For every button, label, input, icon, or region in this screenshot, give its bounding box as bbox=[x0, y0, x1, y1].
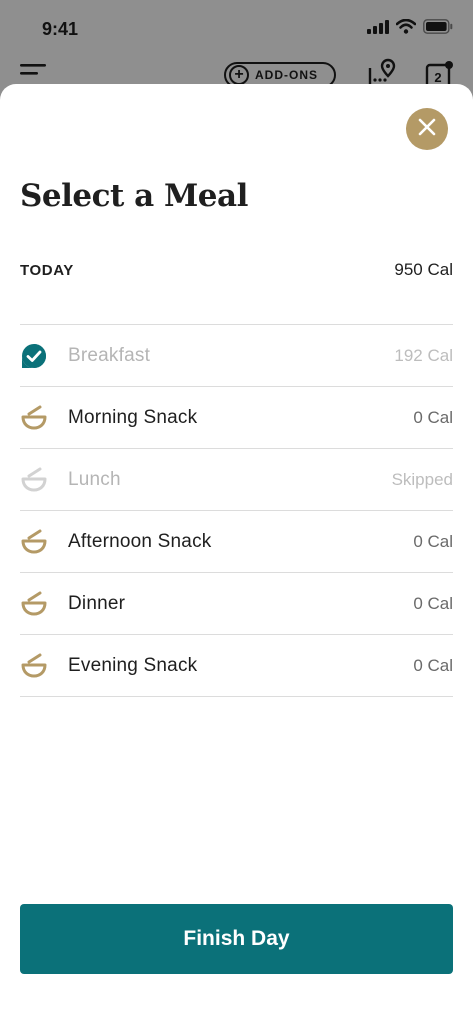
status-time: 9:41 bbox=[42, 19, 79, 39]
status-bar: 9:41 bbox=[0, 0, 473, 60]
meal-calories: 0 Cal bbox=[413, 593, 453, 613]
bowl-icon bbox=[20, 590, 48, 618]
meal-name: Evening Snack bbox=[68, 654, 198, 676]
meal-row-dinner[interactable]: Dinner 0 Cal bbox=[20, 573, 453, 635]
meal-row-afternoon-snack[interactable]: Afternoon Snack 0 Cal bbox=[20, 511, 453, 573]
wifi-icon bbox=[395, 18, 417, 39]
meal-name: Dinner bbox=[68, 592, 126, 614]
close-icon bbox=[418, 118, 436, 141]
close-button[interactable] bbox=[406, 108, 448, 150]
day-summary: TODAY 950 Cal bbox=[20, 260, 453, 280]
meal-list: Breakfast 192 Cal Morning Snack 0 Cal Lu… bbox=[20, 324, 453, 697]
day-total-calories: 950 Cal bbox=[394, 260, 453, 279]
plus-icon: + bbox=[229, 65, 249, 85]
calendar-badge: 2 bbox=[434, 70, 441, 85]
meal-calories: 192 Cal bbox=[394, 345, 453, 365]
meal-row-morning-snack[interactable]: Morning Snack 0 Cal bbox=[20, 387, 453, 449]
add-ons-label: ADD-ONS bbox=[255, 68, 318, 82]
bowl-icon bbox=[20, 652, 48, 680]
sheet-title: Select a Meal bbox=[20, 178, 248, 214]
meal-name: Afternoon Snack bbox=[68, 530, 212, 552]
bowl-icon bbox=[20, 528, 48, 556]
screen: + ADD-ONS 2 9:41 Select a Meal TODAY 950… bbox=[0, 0, 473, 1024]
meal-name: Lunch bbox=[68, 468, 121, 490]
meal-calories: 0 Cal bbox=[413, 407, 453, 427]
meal-calories: 0 Cal bbox=[413, 655, 453, 675]
signal-icon bbox=[367, 19, 389, 39]
bowl-icon bbox=[20, 404, 48, 432]
meal-row-breakfast[interactable]: Breakfast 192 Cal bbox=[20, 325, 453, 387]
status-icons bbox=[367, 18, 453, 39]
meal-name: Morning Snack bbox=[68, 406, 198, 428]
select-meal-sheet: Select a Meal TODAY 950 Cal Breakfast 19… bbox=[0, 84, 473, 1024]
meal-row-evening-snack[interactable]: Evening Snack 0 Cal bbox=[20, 635, 453, 697]
meal-calories: Skipped bbox=[391, 469, 453, 489]
meal-row-lunch[interactable]: Lunch Skipped bbox=[20, 449, 453, 511]
meal-calories: 0 Cal bbox=[413, 531, 453, 551]
battery-icon bbox=[423, 19, 453, 39]
day-label: TODAY bbox=[20, 261, 74, 279]
bowl-icon bbox=[20, 466, 48, 494]
checkmark-icon bbox=[20, 342, 48, 370]
meal-name: Breakfast bbox=[68, 344, 151, 366]
finish-day-button[interactable]: Finish Day bbox=[20, 904, 453, 974]
